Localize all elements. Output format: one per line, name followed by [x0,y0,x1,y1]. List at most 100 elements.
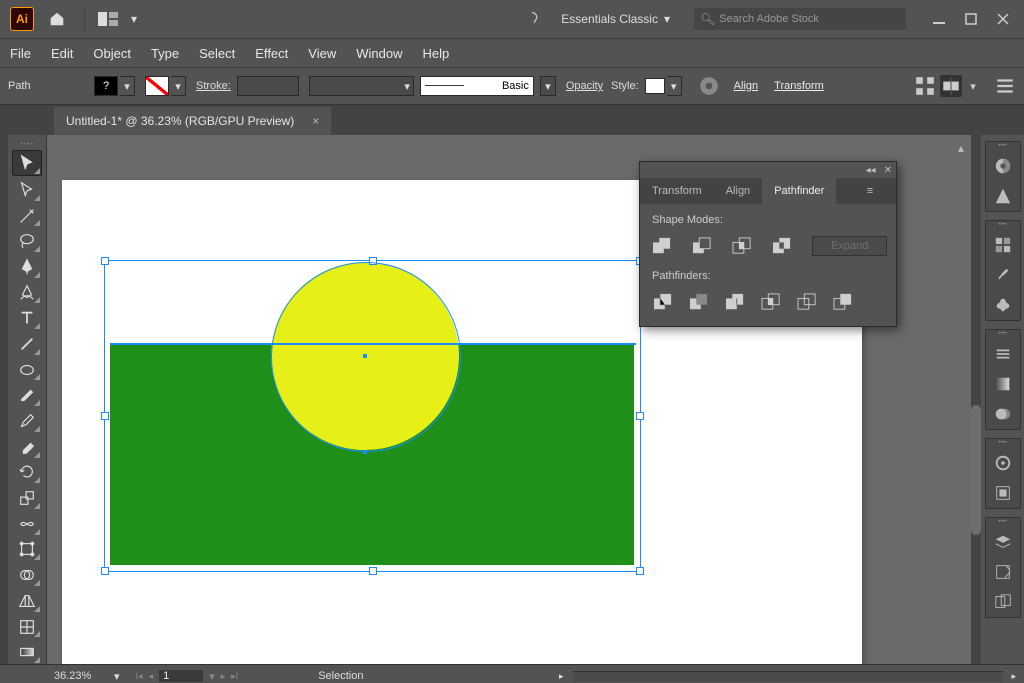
tab-align[interactable]: Align [714,178,762,204]
arrange-dropdown-icon[interactable]: ▾ [127,4,141,34]
toolbox-grip[interactable]: •••• [15,141,39,148]
unite-button[interactable] [652,236,672,256]
divide-button[interactable] [652,292,674,312]
type-tool[interactable] [13,306,41,330]
stroke-swatch[interactable] [145,76,169,96]
zoom-level[interactable]: 36.23% [46,670,114,682]
panel-close-icon[interactable]: ✕ [884,165,892,176]
selection-tool[interactable] [12,150,42,176]
left-dock-handle[interactable] [0,135,8,664]
brush-definition[interactable]: ───── Basic [420,76,534,96]
graphic-styles-panel-icon[interactable] [990,480,1016,506]
gradient-panel-icon[interactable] [990,371,1016,397]
rotate-tool[interactable] [13,461,41,485]
mesh-tool[interactable] [13,615,41,639]
close-tab-icon[interactable]: × [312,114,319,128]
last-artboard-icon[interactable]: ▸I [231,671,238,682]
gradient-tool[interactable] [13,640,41,664]
lasso-tool[interactable] [13,229,41,253]
maximize-button[interactable] [958,9,984,29]
pencil-tool[interactable] [13,409,41,433]
color-panel-icon[interactable] [990,153,1016,179]
merge-button[interactable] [724,292,746,312]
menu-type[interactable]: Type [151,46,179,61]
menu-object[interactable]: Object [93,46,131,61]
status-scroll-right-icon[interactable]: ▸ [559,671,564,682]
prev-artboard-icon[interactable]: ◂ [149,671,154,682]
canvas-scrollbar[interactable] [971,135,981,664]
isolate-icon[interactable] [914,75,936,97]
pen-tool[interactable] [13,255,41,279]
paintbrush-tool[interactable] [13,383,41,407]
minus-front-button[interactable] [692,236,712,256]
horizontal-scrollbar[interactable] [573,671,1003,682]
close-button[interactable] [990,9,1016,29]
tab-pathfinder[interactable]: Pathfinder [762,178,836,204]
outline-button[interactable] [796,292,818,312]
free-transform-tool[interactable] [13,538,41,562]
scale-tool[interactable] [13,486,41,510]
fill-dropdown[interactable]: ▾ [120,76,135,96]
menu-edit[interactable]: Edit [51,46,73,61]
stock-search-input[interactable]: 🔍︎ Search Adobe Stock [694,8,906,30]
transparency-panel-icon[interactable] [990,401,1016,427]
exclude-button[interactable] [772,236,792,256]
stroke-panel-icon[interactable] [990,341,1016,367]
color-guide-panel-icon[interactable] [990,183,1016,209]
panel-collapse-icon[interactable]: ◂◂ [866,165,876,176]
scrollbar-thumb[interactable] [971,405,981,535]
line-tool[interactable] [13,332,41,356]
trim-button[interactable] [688,292,710,312]
shape-builder-tool[interactable] [13,563,41,587]
recolor-artwork-icon[interactable] [698,75,720,97]
home-icon[interactable] [42,4,72,34]
brush-dropdown[interactable]: ▾ [540,76,556,96]
tab-transform[interactable]: Transform [640,178,714,204]
zoom-dropdown-icon[interactable]: ▾ [114,670,120,683]
width-tool[interactable] [13,512,41,536]
layers-panel-icon[interactable] [990,529,1016,555]
stroke-dropdown[interactable]: ▾ [171,76,186,96]
fill-swatch[interactable]: ? [94,76,118,96]
swatches-panel-icon[interactable] [990,232,1016,258]
curvature-tool[interactable] [13,281,41,305]
artboards-panel-icon[interactable] [990,589,1016,615]
panel-titlebar[interactable]: ◂◂ ✕ [640,162,896,178]
brushes-panel-icon[interactable] [990,262,1016,288]
document-tab[interactable]: Untitled-1* @ 36.23% (RGB/GPU Preview) × [54,107,331,135]
next-artboard-icon[interactable]: ▸ [221,671,226,682]
status-scroll-end-icon[interactable]: ▸ [1011,671,1016,682]
workspace-switcher[interactable]: Essentials Classic ▾ [551,8,680,30]
first-artboard-icon[interactable]: I◂ [136,671,143,682]
direct-selection-tool[interactable] [13,178,41,202]
menu-select[interactable]: Select [199,46,235,61]
transform-link[interactable]: Transform [774,80,824,92]
artboard-dropdown-icon[interactable]: ▾ [209,670,215,683]
variable-width-profile[interactable]: ▾ [309,76,414,96]
eraser-tool[interactable] [13,435,41,459]
perspective-grid-tool[interactable] [13,589,41,613]
search-help-icon[interactable] [517,4,547,34]
intersect-button[interactable] [732,236,752,256]
minimize-button[interactable] [926,9,952,29]
menu-effect[interactable]: Effect [255,46,288,61]
graphic-style-dropdown[interactable]: ▾ [667,76,682,96]
crop-button[interactable] [760,292,782,312]
menu-window[interactable]: Window [356,46,402,61]
align-dropdown[interactable]: ▾ [966,75,980,97]
symbols-panel-icon[interactable] [990,292,1016,318]
canvas[interactable]: •• ▴ ◂◂ ✕ [47,135,971,664]
menu-help[interactable]: Help [422,46,449,61]
arrange-documents-icon[interactable] [93,4,123,34]
align-link[interactable]: Align [734,80,758,92]
menu-file[interactable]: File [10,46,31,61]
collapse-right-dock-icon[interactable]: ▴ [951,141,971,155]
graphic-style-swatch[interactable] [645,78,665,94]
pathfinder-panel[interactable]: ◂◂ ✕ Transform Align Pathfinder ≡ Shape … [639,161,897,327]
panel-menu-icon[interactable]: ≡ [844,178,896,204]
minus-back-button[interactable] [832,292,854,312]
appearance-panel-icon[interactable] [990,450,1016,476]
align-to-icon[interactable] [940,75,962,97]
stroke-weight-input[interactable] [237,76,299,96]
control-menu-icon[interactable] [994,75,1016,97]
